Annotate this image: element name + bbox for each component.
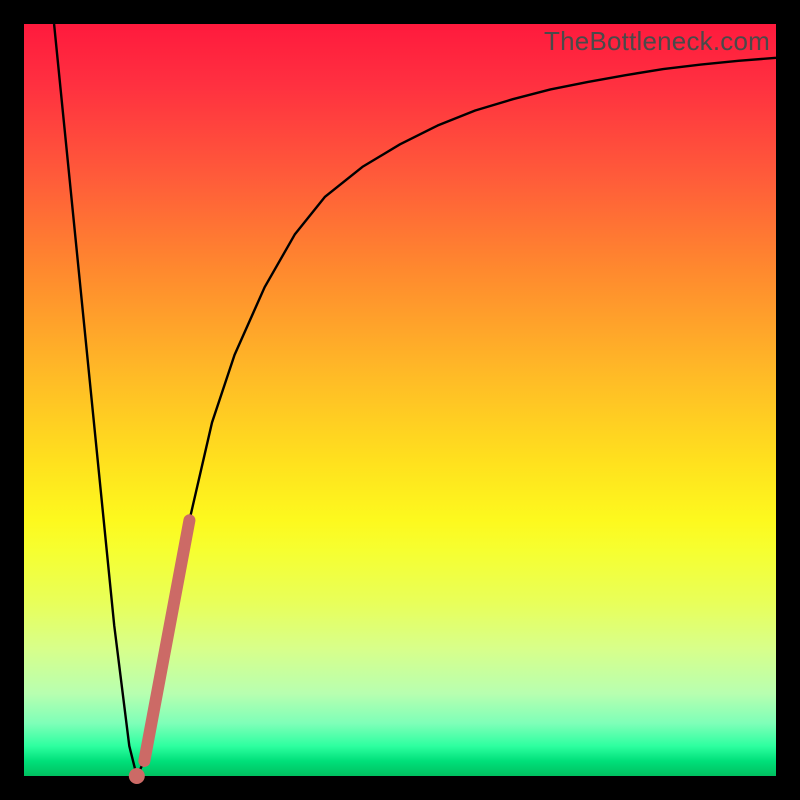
curve-layer xyxy=(24,24,776,776)
highlight-dot xyxy=(129,768,145,784)
highlight-segment xyxy=(144,520,189,761)
chart-frame: TheBottleneck.com xyxy=(0,0,800,800)
plot-area: TheBottleneck.com xyxy=(24,24,776,776)
